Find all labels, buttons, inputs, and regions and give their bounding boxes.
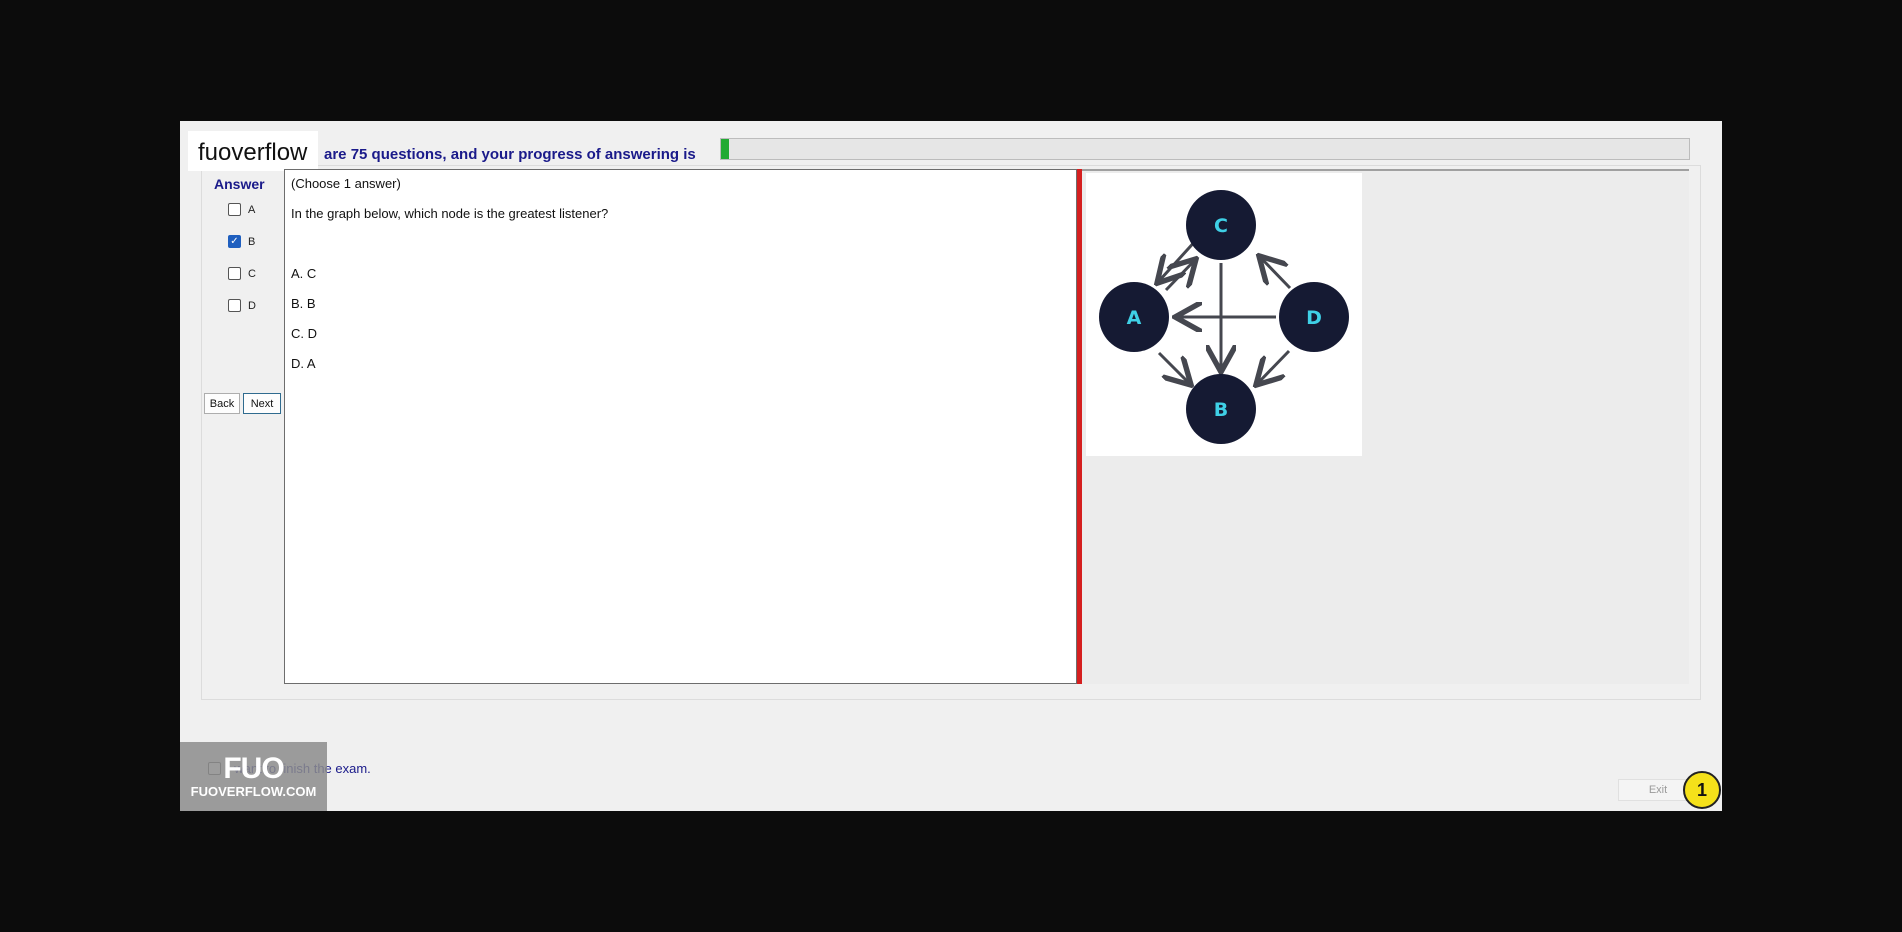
answer-option-label: D [248, 299, 256, 312]
node-a-label: A [1127, 307, 1142, 329]
logo-text: FUO [223, 752, 284, 785]
checkbox-c[interactable] [228, 267, 241, 280]
node-c-label: C [1214, 215, 1228, 237]
node-b-label: B [1214, 399, 1228, 421]
choice-c: C. D [291, 326, 317, 341]
answer-option-a[interactable]: A [228, 203, 255, 216]
logo-subtext: FUOVERFLOW.COM [190, 784, 317, 799]
choice-a: A. C [291, 266, 317, 281]
image-panel: C A D B [1082, 169, 1689, 684]
exam-window: fuoverflow are 75 questions, and your pr… [180, 121, 1722, 811]
node-d-label: D [1306, 307, 1322, 329]
node-c: C [1186, 190, 1256, 260]
edge-d-b [1258, 349, 1291, 383]
watermark-logo: FUO FUOVERFLOW.COM [180, 742, 327, 811]
node-b: B [1186, 374, 1256, 444]
question-text: In the graph below, which node is the gr… [291, 206, 609, 221]
progress-fill [721, 139, 729, 159]
answer-option-d[interactable]: D [228, 299, 256, 312]
question-panel: (Choose 1 answer) In the graph below, wh… [284, 169, 1077, 684]
brand-label: fuoverflow [188, 131, 318, 171]
choice-d: D. A [291, 356, 316, 371]
node-d: D [1279, 282, 1349, 352]
answer-title: Answer [214, 176, 265, 192]
choice-b: B. B [291, 296, 316, 311]
answer-option-label: B [248, 235, 256, 248]
graph-diagram: C A D B [1099, 190, 1349, 444]
progress-bar [720, 138, 1690, 160]
checkbox-b[interactable] [228, 235, 241, 248]
answer-option-label: A [248, 203, 256, 216]
next-button[interactable]: Next [243, 393, 281, 414]
checkbox-a[interactable] [228, 203, 241, 216]
back-button[interactable]: Back [204, 393, 240, 414]
graph-image: C A D B [1086, 173, 1362, 456]
progress-label: are 75 questions, and your progress of a… [324, 146, 696, 163]
edge-a-c [1164, 261, 1194, 292]
answer-option-c[interactable]: C [228, 267, 256, 280]
page-number-badge: 1 [1683, 771, 1721, 809]
edge-a-b [1157, 351, 1189, 383]
question-instruction: (Choose 1 answer) [291, 176, 401, 191]
node-a: A [1099, 282, 1169, 352]
checkbox-d[interactable] [228, 299, 241, 312]
answer-option-b[interactable]: B [228, 235, 255, 248]
edge-d-c [1261, 258, 1292, 290]
answer-option-label: C [248, 267, 256, 280]
